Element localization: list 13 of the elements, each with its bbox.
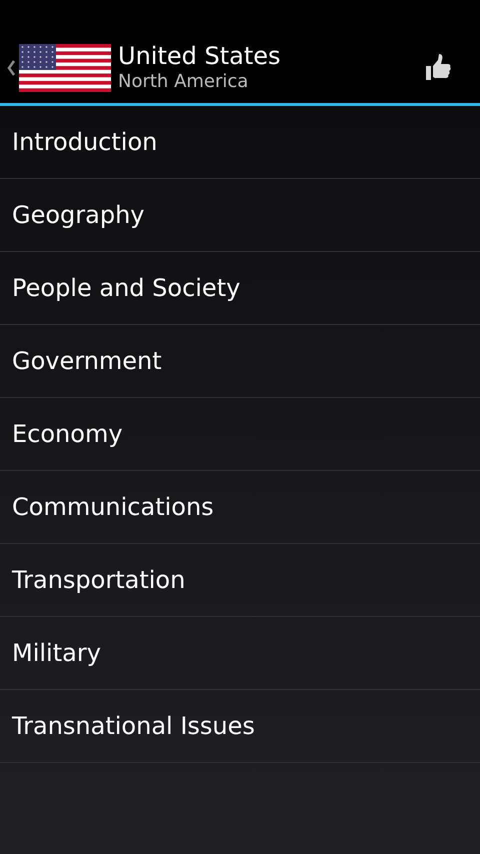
section-item[interactable]: Geography bbox=[0, 179, 480, 252]
section-item[interactable]: Military bbox=[0, 617, 480, 690]
flag-icon bbox=[19, 44, 111, 92]
section-item[interactable]: Introduction bbox=[0, 106, 480, 179]
region-name: North America bbox=[118, 70, 250, 94]
section-item[interactable]: Government bbox=[0, 325, 480, 398]
section-item[interactable]: Communications bbox=[0, 471, 480, 544]
section-item[interactable]: Transnational Issues bbox=[0, 690, 480, 763]
back-icon[interactable] bbox=[6, 59, 16, 77]
section-item[interactable]: Transportation bbox=[0, 544, 480, 617]
country-name: United States bbox=[118, 42, 282, 70]
section-item[interactable]: Economy bbox=[0, 398, 480, 471]
section-item[interactable]: People and Society bbox=[0, 252, 480, 325]
